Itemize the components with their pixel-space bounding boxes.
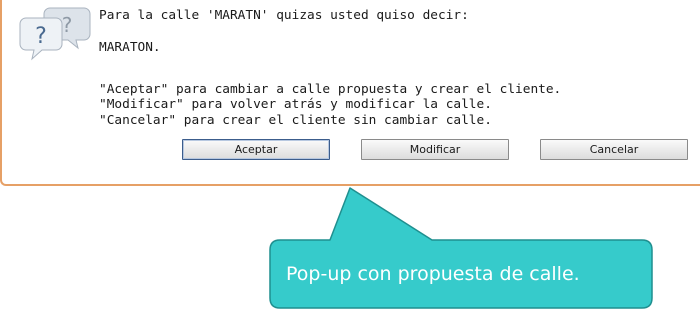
callout-text: Pop-up con propuesta de calle. xyxy=(286,263,580,285)
